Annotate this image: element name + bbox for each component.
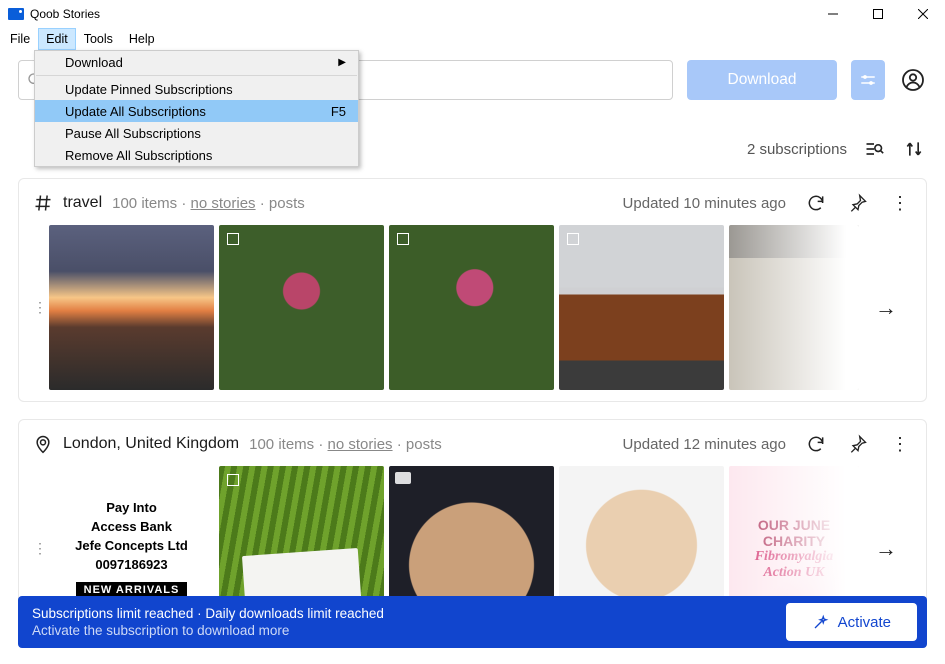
thumbnail[interactable]	[559, 225, 724, 390]
menubar: File Edit Tools Help	[0, 28, 945, 50]
multi-badge-icon	[397, 233, 409, 245]
menu-help[interactable]: Help	[121, 28, 163, 50]
banner-line2: Activate the subscription to download mo…	[32, 622, 384, 639]
menu-separator	[36, 75, 357, 76]
menu-remove-all[interactable]: Remove All Subscriptions	[35, 144, 358, 166]
menu-download[interactable]: Download ▶	[35, 51, 358, 73]
minimize-button[interactable]	[810, 0, 855, 28]
drag-handle-icon[interactable]: ⋮⋮	[33, 540, 43, 557]
menu-pause-all[interactable]: Pause All Subscriptions	[35, 122, 358, 144]
settings-button[interactable]	[851, 60, 885, 100]
menu-pause-all-label: Pause All Subscriptions	[65, 126, 201, 141]
next-arrow-button[interactable]: →	[868, 531, 904, 567]
thumb-text: OUR JUNE	[758, 517, 830, 533]
thumb-text: Access Bank	[91, 519, 172, 534]
video-badge-icon	[395, 472, 411, 484]
maximize-button[interactable]	[855, 0, 900, 28]
sort-button[interactable]	[901, 136, 927, 162]
thumb-text: Jefe Concepts Ltd	[75, 538, 188, 553]
subscriptions-count: 2 subscriptions	[747, 141, 847, 158]
thumbnail[interactable]	[49, 225, 214, 390]
thumbnail[interactable]	[219, 225, 384, 390]
edit-dropdown: Download ▶ Update Pinned Subscriptions U…	[34, 50, 359, 167]
card-header: London, United Kingdom 100 items · no st…	[33, 432, 912, 456]
menu-remove-all-label: Remove All Subscriptions	[65, 148, 212, 163]
multi-badge-icon	[227, 474, 239, 486]
card-updated: Updated 12 minutes ago	[623, 436, 786, 453]
limit-banner: Subscriptions limit reached · Daily down…	[18, 596, 927, 648]
card-name[interactable]: travel	[63, 194, 102, 212]
card-items: 100 items	[112, 195, 177, 212]
menu-update-pinned-label: Update Pinned Subscriptions	[65, 82, 233, 97]
wand-icon	[812, 613, 830, 631]
thumb-text: Action UK	[763, 565, 824, 581]
thumb-text: Fibromyalgia	[755, 549, 834, 565]
app-icon	[8, 8, 24, 20]
sliders-icon	[859, 71, 877, 89]
banner-line1: Subscriptions limit reached · Daily down…	[32, 605, 384, 622]
thumb-text: CHARITY	[763, 533, 825, 549]
titlebar: Qoob Stories	[0, 0, 945, 28]
card-name[interactable]: London, United Kingdom	[63, 435, 239, 453]
card-items: 100 items	[249, 436, 314, 453]
refresh-button[interactable]	[804, 432, 828, 456]
subscription-card-travel: travel 100 items · no stories · posts Up…	[18, 178, 927, 402]
thumbnails-row: ⋮⋮ →	[33, 225, 912, 390]
menu-file[interactable]: File	[2, 28, 38, 50]
hashtag-icon	[33, 193, 53, 213]
card-updated: Updated 10 minutes ago	[623, 195, 786, 212]
submenu-arrow-icon: ▶	[338, 57, 346, 68]
activate-button-label: Activate	[838, 614, 891, 631]
refresh-button[interactable]	[804, 191, 828, 215]
list-search-icon	[864, 139, 884, 159]
card-no-stories[interactable]: no stories	[191, 195, 256, 212]
thumbnail[interactable]	[389, 225, 554, 390]
pin-button[interactable]	[846, 432, 870, 456]
menu-download-label: Download	[65, 55, 123, 70]
menu-tools[interactable]: Tools	[76, 28, 121, 50]
download-button-label: Download	[728, 71, 797, 89]
activate-button[interactable]: Activate	[786, 603, 917, 641]
thumb-text: Pay Into	[106, 500, 157, 515]
close-button[interactable]	[900, 0, 945, 28]
download-button[interactable]: Download	[687, 60, 837, 100]
menu-update-pinned[interactable]: Update Pinned Subscriptions	[35, 78, 358, 100]
card-header: travel 100 items · no stories · posts Up…	[33, 191, 912, 215]
subscriptions-summary: 2 subscriptions	[747, 136, 927, 162]
more-button[interactable]: ⋮	[888, 191, 912, 215]
next-arrow-button[interactable]: →	[868, 290, 904, 326]
user-icon	[901, 68, 925, 92]
pin-button[interactable]	[846, 191, 870, 215]
drag-handle-icon[interactable]: ⋮⋮	[33, 299, 43, 316]
more-button[interactable]: ⋮	[888, 432, 912, 456]
app-title: Qoob Stories	[30, 7, 100, 21]
menu-update-all[interactable]: Update All Subscriptions F5	[35, 100, 358, 122]
card-posts: posts	[269, 195, 305, 212]
card-posts: posts	[406, 436, 442, 453]
menu-edit[interactable]: Edit	[38, 28, 76, 50]
menu-update-all-shortcut: F5	[331, 104, 346, 119]
card-no-stories[interactable]: no stories	[328, 436, 393, 453]
multi-badge-icon	[227, 233, 239, 245]
sort-icon	[904, 139, 924, 159]
location-icon	[33, 434, 53, 454]
thumb-text: 0097186923	[95, 557, 167, 572]
search-list-button[interactable]	[861, 136, 887, 162]
multi-badge-icon	[567, 233, 579, 245]
thumbnail[interactable]	[729, 225, 859, 390]
account-button[interactable]	[899, 66, 927, 94]
menu-update-all-label: Update All Subscriptions	[65, 104, 206, 119]
